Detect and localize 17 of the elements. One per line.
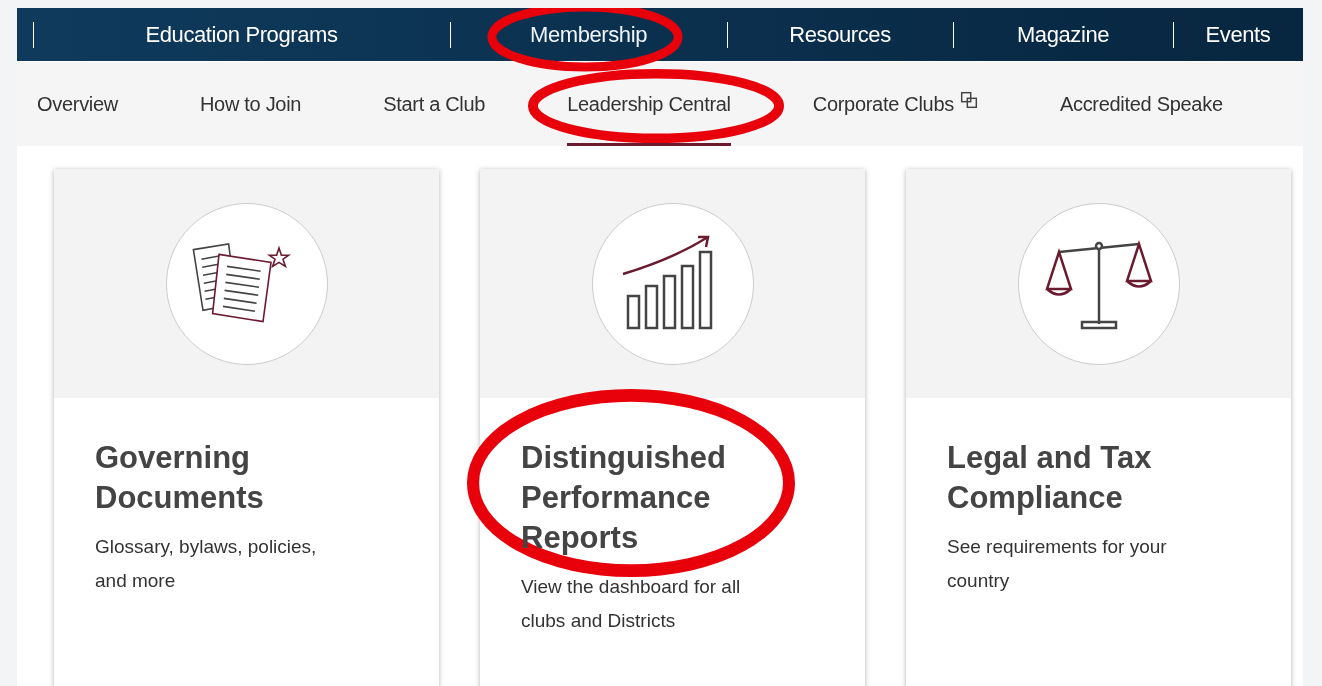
card[interactable]: Legal and Tax Compliance See requirements for your country — [906, 169, 1291, 686]
card-description: Glossary, bylaws, policies, and more — [95, 535, 318, 593]
subnav-tab[interactable]: Leadership Central — [567, 62, 731, 146]
subnav-tab[interactable]: Overview — [37, 62, 118, 146]
subnav-tab[interactable]: Accredited Speake — [1059, 62, 1223, 146]
subnav-tab[interactable]: Start a Club — [383, 62, 486, 146]
nav-link[interactable]: Resources — [789, 21, 891, 48]
nav-link[interactable]: Magazine — [1016, 21, 1110, 48]
card[interactable]: Governing Documents Glossary, bylaws, policies, and more — [54, 169, 439, 686]
card-description: View the dashboard for all clubs and Districts — [521, 575, 742, 633]
nav-link[interactable]: Events — [1205, 21, 1271, 48]
subnav-tab[interactable]: How to Join — [199, 62, 302, 146]
card-description: See requirements for your country — [947, 535, 1168, 593]
nav-link[interactable]: Education Programs — [145, 21, 338, 48]
card-title[interactable]: Governing Documents — [95, 438, 355, 518]
card-title[interactable]: Legal and Tax Compliance — [947, 438, 1207, 518]
subnav-tab[interactable]: Corporate Clubs — [812, 62, 954, 146]
